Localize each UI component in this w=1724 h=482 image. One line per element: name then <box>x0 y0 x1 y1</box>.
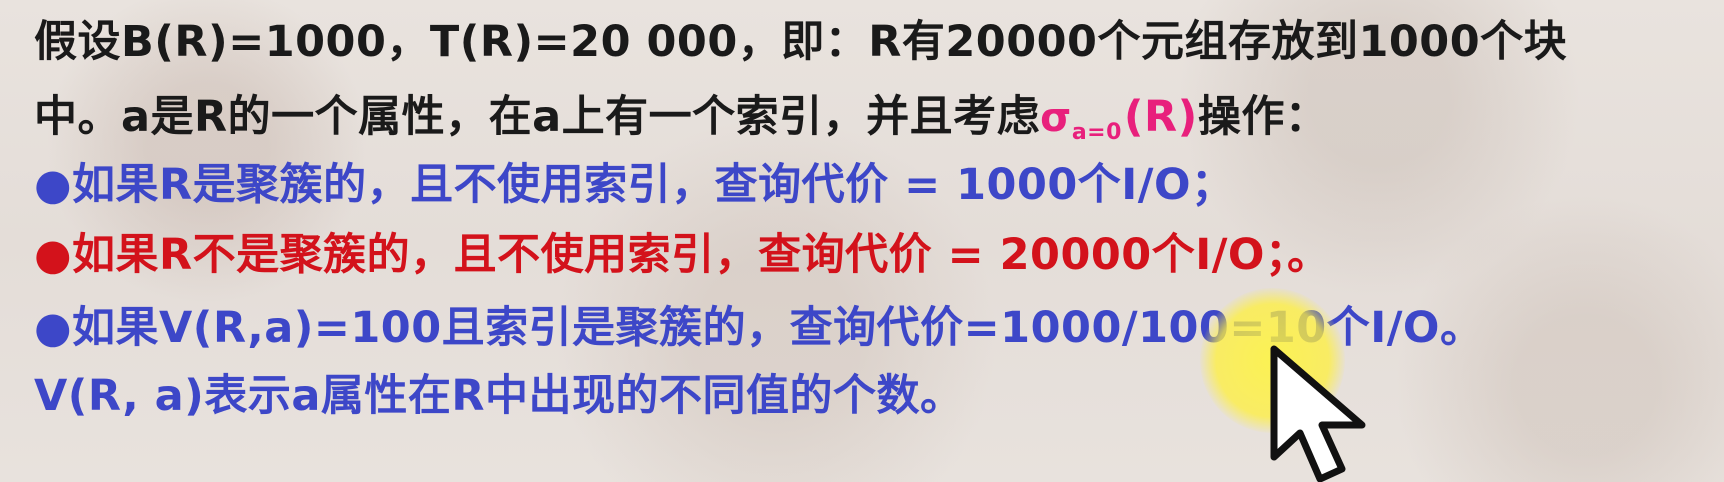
text-line-2-part-a: 中。a是R的一个属性，在a上有一个索引，并且考虑 <box>34 92 1041 142</box>
mouse-pointer-icon <box>1270 345 1366 482</box>
text-line-1: 假设B(R)=1000，T(R)=20 000，即：R有20000个元组存放到1… <box>34 17 1568 67</box>
bullet-nonclustered-no-index: ●如果R不是聚簇的，且不使用索引，查询代价 = 20000个I/O；。 <box>34 230 1331 280</box>
bullet-clustered-no-index: ●如果R是聚簇的，且不使用索引，查询代价 = 1000个I/O； <box>34 160 1235 210</box>
sigma-symbol: σ <box>1040 95 1072 141</box>
slide-content: 假设B(R)=1000，T(R)=20 000，即：R有20000个元组存放到1… <box>0 0 1724 482</box>
text-line-2-part-b: 操作： <box>1197 92 1329 142</box>
sigma-argument: (R) <box>1123 92 1198 142</box>
text-line-2: 中。a是R的一个属性，在a上有一个索引，并且考虑σa=0(R)操作： <box>34 89 1328 153</box>
selection-operator: σa=0(R) <box>1040 92 1198 145</box>
definition-line: V(R, a)表示a属性在R中出现的不同值的个数。 <box>34 371 964 421</box>
sigma-subscript: a=0 <box>1071 120 1122 145</box>
